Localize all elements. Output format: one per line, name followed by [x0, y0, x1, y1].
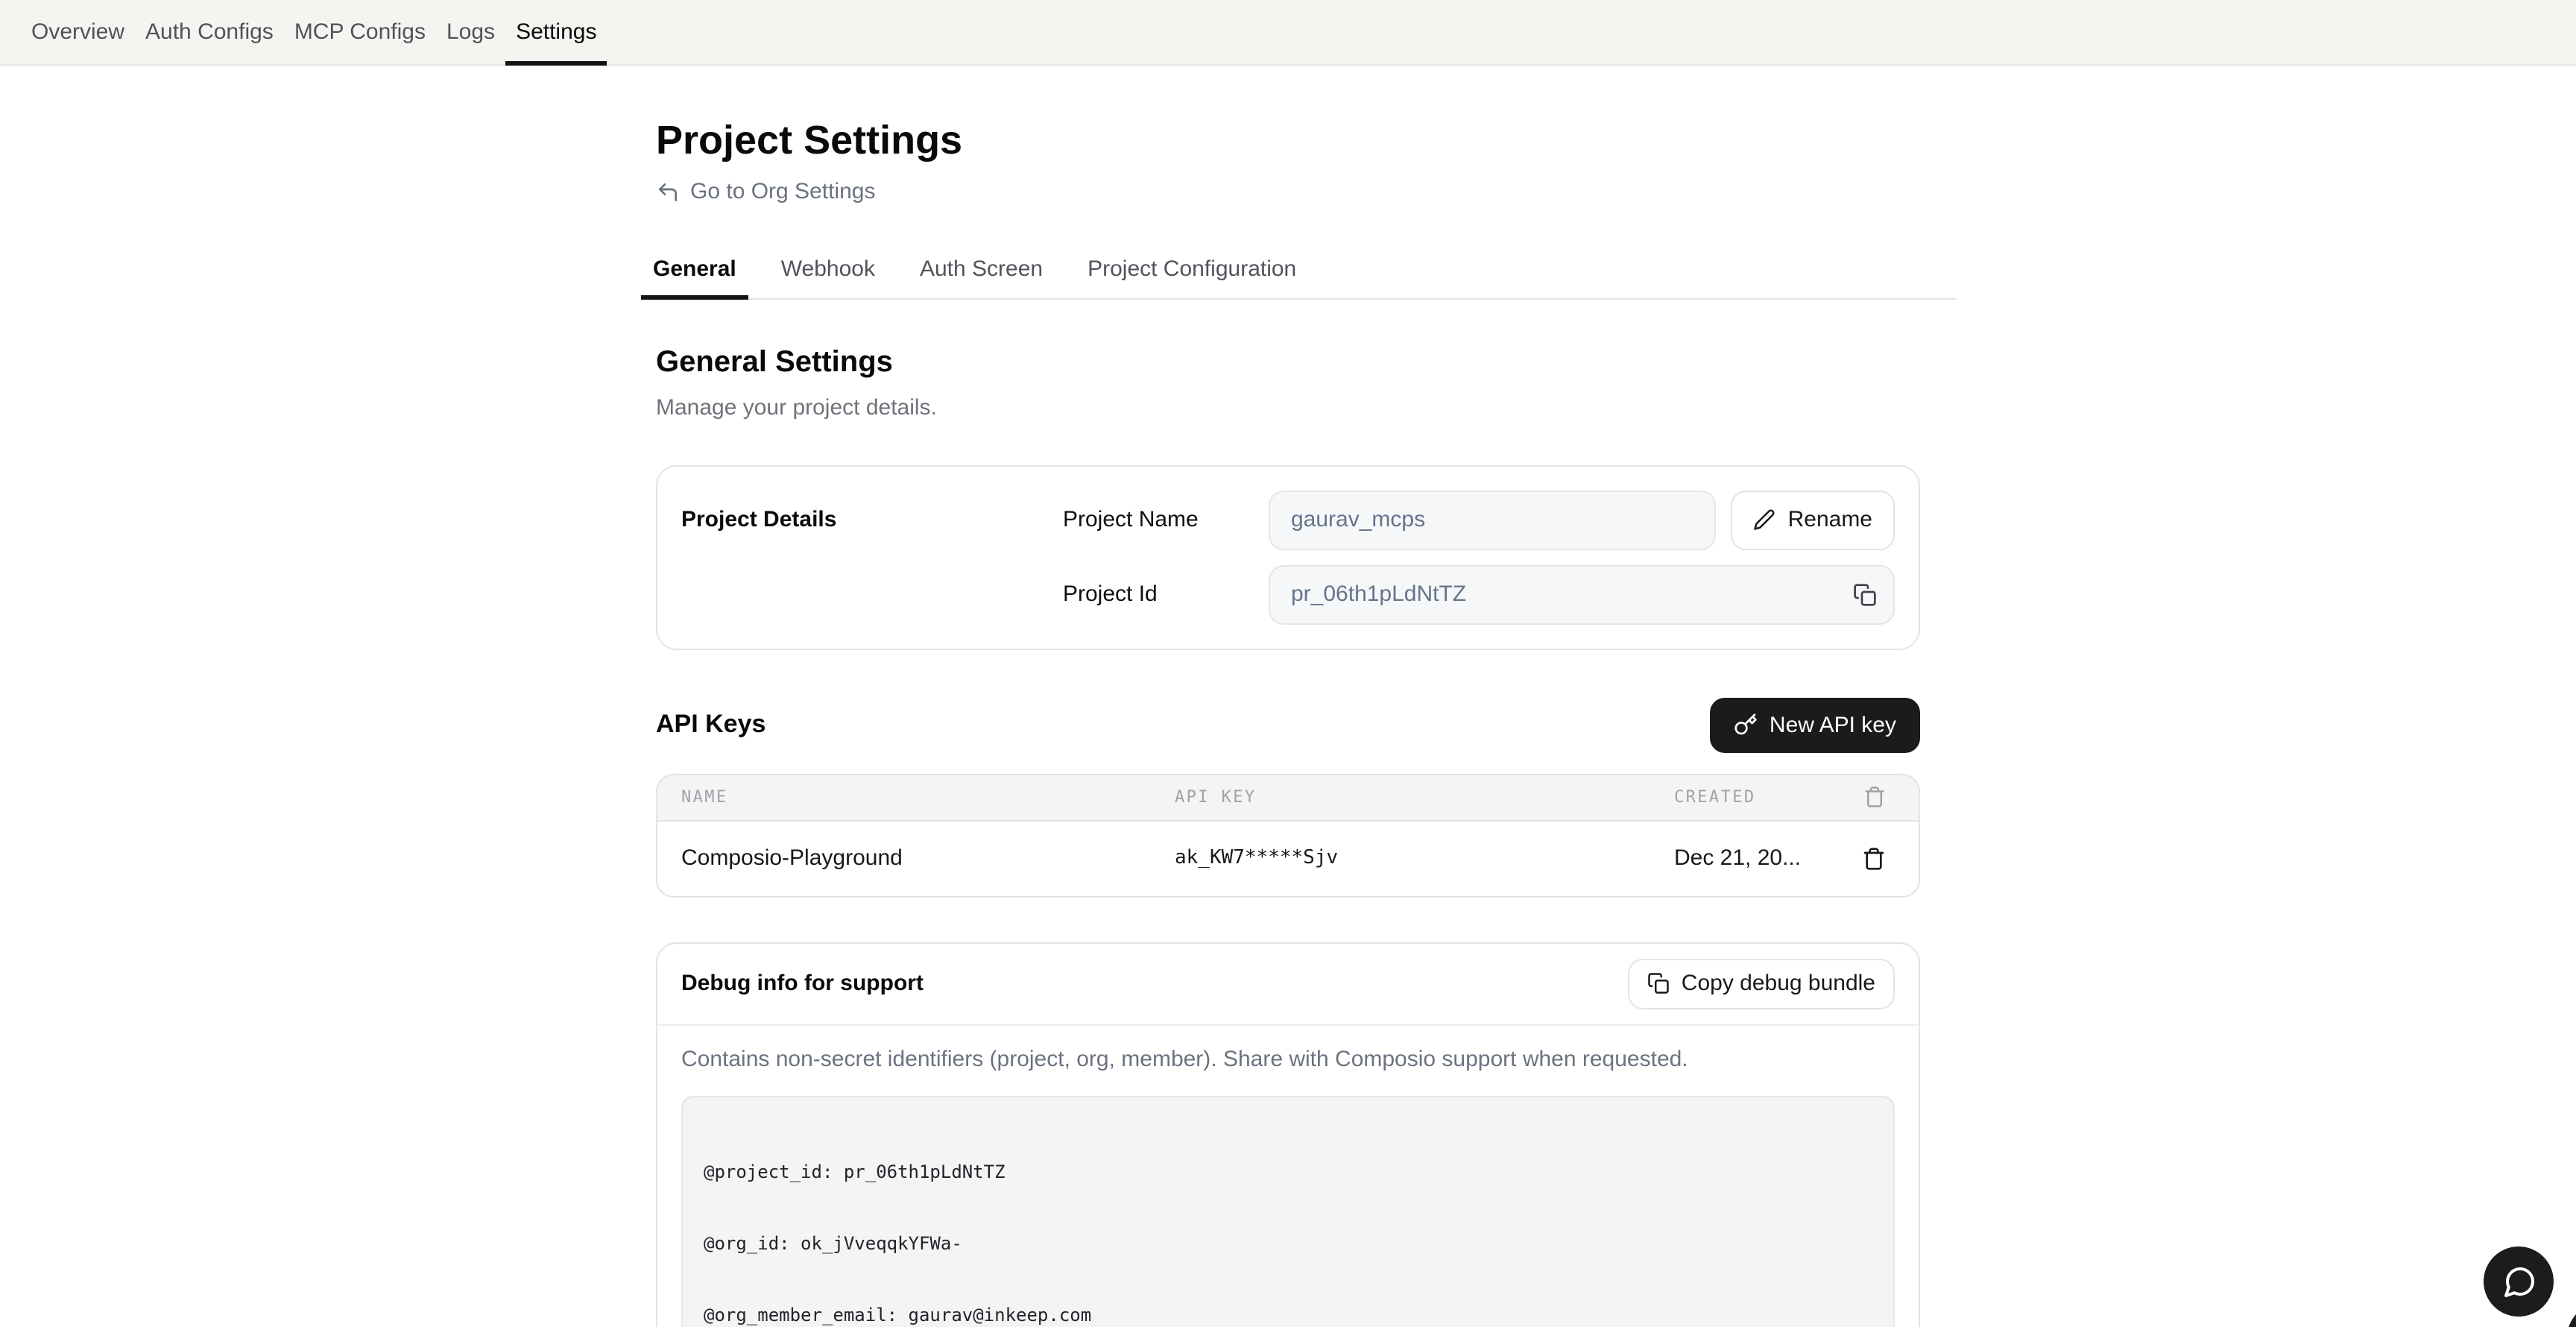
trash-icon	[1863, 786, 1885, 808]
trash-icon	[1862, 846, 1886, 870]
nav-item-mcp-configs[interactable]: MCP Configs	[284, 0, 436, 64]
project-id-row: Project Id	[1063, 564, 1895, 624]
api-keys-table: NAME API KEY CREATED Composio-Playground…	[656, 773, 1920, 897]
copy-debug-bundle-button[interactable]: Copy debug bundle	[1628, 958, 1895, 1009]
general-settings-subtitle: Manage your project details.	[656, 394, 1920, 420]
project-id-input[interactable]	[1269, 564, 1895, 624]
chat-button[interactable]	[2484, 1246, 2554, 1317]
org-settings-link-label: Go to Org Settings	[690, 179, 875, 204]
org-settings-link[interactable]: Go to Org Settings	[656, 179, 875, 204]
api-key-name-cell: Composio-Playground	[657, 845, 1175, 871]
debug-card-body: Contains non-secret identifiers (project…	[657, 1025, 1919, 1327]
corner-widget-fragment	[2567, 1303, 2576, 1327]
debug-description: Contains non-secret identifiers (project…	[681, 1046, 1895, 1071]
debug-heading: Debug info for support	[681, 971, 924, 996]
new-api-key-button-label: New API key	[1770, 712, 1896, 737]
tab-project-configuration[interactable]: Project Configuration	[1076, 244, 1308, 297]
pencil-icon	[1754, 508, 1776, 531]
api-key-created-cell: Dec 21, 20...	[1674, 845, 1829, 871]
tab-webhook[interactable]: Webhook	[769, 244, 887, 297]
column-header-delete	[1829, 786, 1919, 808]
api-keys-table-header: NAME API KEY CREATED	[657, 775, 1919, 821]
nav-item-overview[interactable]: Overview	[21, 0, 135, 64]
tab-auth-screen[interactable]: Auth Screen	[908, 244, 1055, 297]
project-name-row: Project Name Rename	[1063, 490, 1895, 549]
top-navigation: Overview Auth Configs MCP Configs Logs S…	[0, 0, 2576, 66]
api-key-table-row: Composio-Playground ak_KW7*****Sjv Dec 2…	[657, 821, 1919, 895]
api-key-delete-cell	[1829, 840, 1919, 876]
project-details-form: Project Name Rename Project Id	[1063, 490, 1895, 624]
api-keys-heading: API Keys	[656, 710, 765, 740]
project-details-card: Project Details Project Name Rename Proj…	[656, 464, 1920, 649]
general-settings-heading: General Settings	[656, 341, 1920, 382]
debug-code-block: @project_id: pr_06th1pLdNtTZ @org_id: ok…	[681, 1095, 1895, 1327]
project-id-label: Project Id	[1063, 581, 1269, 607]
chat-bubble-icon	[2501, 1264, 2536, 1299]
project-name-label: Project Name	[1063, 507, 1269, 532]
app-window: Overview Auth Configs MCP Configs Logs S…	[0, 0, 2576, 1327]
code-line: @project_id: pr_06th1pLdNtTZ	[704, 1159, 1872, 1183]
nav-item-auth-configs[interactable]: Auth Configs	[135, 0, 284, 64]
column-header-name: NAME	[657, 787, 1175, 807]
main-content: Project Settings Go to Org Settings Gene…	[656, 116, 1920, 1327]
settings-tabs: General Webhook Auth Screen Project Conf…	[641, 244, 1956, 299]
code-line: @org_member_email: gaurav@inkeep.com	[704, 1302, 1872, 1326]
project-details-heading: Project Details	[681, 490, 1063, 624]
corner-up-left-icon	[656, 180, 680, 204]
delete-api-key-button[interactable]	[1856, 840, 1892, 876]
debug-info-card: Debug info for support Copy debug bundle…	[656, 942, 1920, 1327]
key-icon	[1734, 713, 1758, 737]
project-id-input-wrap	[1269, 564, 1895, 624]
nav-item-logs[interactable]: Logs	[436, 0, 505, 64]
page-title: Project Settings	[656, 116, 1920, 166]
code-line: @org_id: ok_jVveqqkYFWa-	[704, 1231, 1872, 1255]
api-keys-header: API Keys New API key	[656, 697, 1920, 752]
copy-project-id-button[interactable]	[1841, 570, 1889, 618]
nav-item-settings[interactable]: Settings	[505, 0, 607, 64]
copy-debug-bundle-label: Copy debug bundle	[1682, 971, 1875, 996]
api-key-value-cell: ak_KW7*****Sjv	[1175, 847, 1674, 869]
tab-general[interactable]: General	[641, 244, 748, 297]
rename-button-label: Rename	[1788, 507, 1872, 532]
project-name-input[interactable]	[1269, 490, 1717, 549]
column-header-api-key: API KEY	[1175, 787, 1674, 807]
new-api-key-button[interactable]: New API key	[1710, 697, 1920, 752]
copy-icon	[1647, 972, 1670, 995]
debug-card-header: Debug info for support Copy debug bundle	[657, 943, 1919, 1025]
column-header-created: CREATED	[1674, 787, 1829, 807]
rename-button[interactable]: Rename	[1731, 490, 1895, 549]
copy-icon	[1853, 582, 1877, 606]
